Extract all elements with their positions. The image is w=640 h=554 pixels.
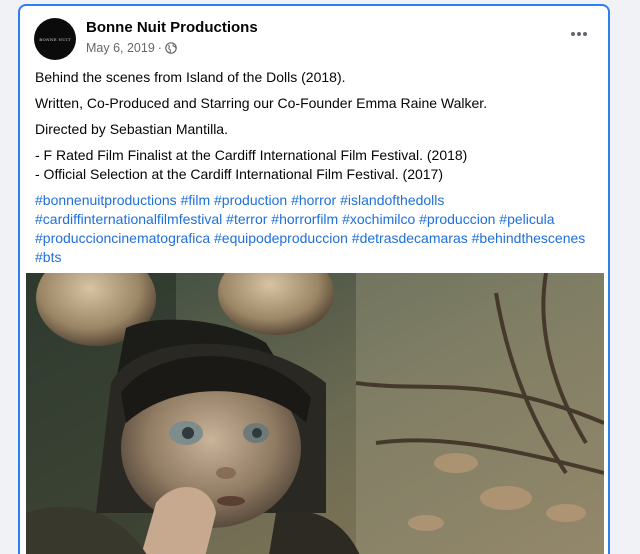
more-options-button[interactable] [564, 22, 594, 46]
author-name[interactable]: Bonne Nuit Productions [86, 19, 258, 36]
hashtag-link[interactable]: #bts [35, 249, 61, 265]
post-paragraph: Behind the scenes from Island of the Dol… [35, 69, 346, 85]
hashtag-link[interactable]: #produccioncinematografica [35, 230, 210, 246]
post-paragraph: Directed by Sebastian Mantilla. [35, 121, 228, 137]
more-horizontal-icon [571, 32, 587, 36]
hashtag-link[interactable]: #terror [226, 211, 267, 227]
post-date[interactable]: May 6, 2019 [86, 41, 155, 55]
post-text: Behind the scenes from Island of the Dol… [35, 68, 600, 267]
post-meta: May 6, 2019 · [86, 41, 177, 55]
hashtag-link[interactable]: #horror [291, 192, 336, 208]
hashtag-link[interactable]: #equipodeproduccion [214, 230, 348, 246]
doll-photo [26, 273, 604, 554]
hashtag-link[interactable]: #xochimilco [342, 211, 415, 227]
avatar-logo-text: BONNE NUIT [39, 36, 71, 42]
hashtag-link[interactable]: #produccion [419, 211, 495, 227]
hashtag-link[interactable]: #pelicula [499, 211, 554, 227]
post-paragraph: Written, Co-Produced and Starring our Co… [35, 95, 488, 111]
globe-icon[interactable] [165, 42, 177, 54]
post-photo[interactable] [26, 273, 604, 554]
festival-line: - F Rated Film Finalist at the Cardiff I… [35, 147, 468, 163]
hashtag-link[interactable]: #film [181, 192, 211, 208]
hashtag-link[interactable]: #behindthescenes [472, 230, 586, 246]
hashtag-list: #bonnenuitproductions #film #production … [35, 191, 600, 267]
meta-separator: · [157, 41, 162, 55]
post-card: BONNE NUIT Bonne Nuit Productions May 6,… [18, 4, 610, 554]
page-avatar[interactable]: BONNE NUIT [34, 18, 76, 60]
festival-line: - Official Selection at the Cardiff Inte… [35, 166, 443, 182]
hashtag-link[interactable]: #horrorfilm [271, 211, 338, 227]
hashtag-link[interactable]: #bonnenuitproductions [35, 192, 177, 208]
post-header: BONNE NUIT Bonne Nuit Productions May 6,… [34, 18, 594, 62]
hashtag-link[interactable]: #detrasdecamaras [352, 230, 468, 246]
hashtag-link[interactable]: #islandofthedolls [340, 192, 444, 208]
hashtag-link[interactable]: #production [214, 192, 287, 208]
hashtag-link[interactable]: #cardiffinternationalfilmfestival [35, 211, 222, 227]
